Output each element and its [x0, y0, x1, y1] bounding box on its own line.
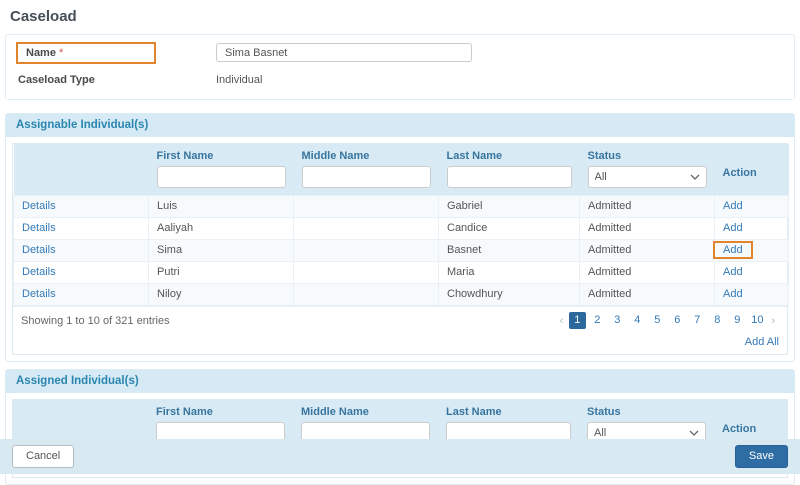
details-link[interactable]: Details: [22, 288, 56, 300]
first-name-cell: Aaliyah: [149, 218, 294, 240]
page-button-2[interactable]: 2: [589, 312, 606, 329]
caseload-form-panel: Name* Caseload Type Individual: [5, 34, 795, 100]
add-link[interactable]: Add: [723, 266, 743, 278]
middle-name-column-header: Middle Name: [294, 144, 439, 196]
page-button-10[interactable]: 10: [749, 312, 766, 329]
add-link-highlight-box: Add: [713, 241, 753, 259]
assignable-individuals-section: Assignable Individual(s) First Name: [5, 113, 795, 362]
name-label-col: Name*: [16, 42, 216, 64]
add-all-row: Add All: [13, 332, 787, 354]
caseload-page: Caseload Name* Caseload Type Individual …: [0, 0, 800, 485]
page-button-7[interactable]: 7: [689, 312, 706, 329]
table-row: Details Putri Maria Admitted Add: [14, 262, 789, 284]
last-name-cell: Gabriel: [439, 196, 580, 218]
required-asterisk: *: [59, 47, 63, 59]
table-row: Details Niloy Chowdhury Admitted Add: [14, 284, 789, 306]
assigned-section-title: Assigned Individual(s): [6, 370, 794, 393]
middle-name-cell: [294, 262, 439, 284]
page-button-9[interactable]: 9: [729, 312, 746, 329]
first-name-column-header: First Name: [149, 144, 294, 196]
page-button-5[interactable]: 5: [649, 312, 666, 329]
page-button-8[interactable]: 8: [709, 312, 726, 329]
middle-name-cell: [294, 196, 439, 218]
assignable-status-filter-select[interactable]: All: [588, 166, 707, 188]
page-title: Caseload: [10, 8, 790, 25]
table-row: Details Luis Gabriel Admitted Add: [14, 196, 789, 218]
footer-action-bar: Cancel Save: [0, 439, 800, 474]
assignable-table: First Name Middle Name Last Name: [13, 144, 789, 306]
middle-name-column-label: Middle Name: [301, 406, 430, 418]
first-name-cell: Sima: [149, 240, 294, 262]
caseload-type-value: Individual: [216, 74, 262, 86]
page-button-1[interactable]: 1: [569, 312, 586, 329]
status-cell: Admitted: [580, 196, 715, 218]
details-column-header: [14, 144, 149, 196]
action-column-label: Action: [723, 167, 781, 179]
name-field-row: Name*: [6, 39, 794, 66]
page-button-3[interactable]: 3: [609, 312, 626, 329]
middle-name-cell: [294, 284, 439, 306]
details-link[interactable]: Details: [22, 200, 56, 212]
page-button-6[interactable]: 6: [669, 312, 686, 329]
assignable-first-name-filter-input[interactable]: [157, 166, 286, 188]
last-name-cell: Basnet: [439, 240, 580, 262]
last-name-cell: Candice: [439, 218, 580, 240]
table-row: Details Aaliyah Candice Admitted Add: [14, 218, 789, 240]
action-column-header: Action: [715, 144, 789, 196]
status-column-label: Status: [588, 150, 707, 162]
first-name-cell: Niloy: [149, 284, 294, 306]
last-name-cell: Maria: [439, 262, 580, 284]
page-button-4[interactable]: 4: [629, 312, 646, 329]
status-cell: Admitted: [580, 262, 715, 284]
details-link[interactable]: Details: [22, 244, 56, 256]
first-name-column-label: First Name: [157, 150, 286, 162]
entries-summary: Showing 1 to 10 of 321 entries: [21, 315, 170, 327]
last-name-column-label: Last Name: [446, 406, 571, 418]
cancel-button[interactable]: Cancel: [12, 445, 74, 468]
next-page-icon[interactable]: ›: [771, 315, 775, 327]
caseload-type-row: Caseload Type Individual: [6, 66, 794, 93]
name-label: Name: [26, 47, 56, 59]
assignable-section-title: Assignable Individual(s): [6, 114, 794, 137]
assignable-last-name-filter-input[interactable]: [447, 166, 572, 188]
first-name-column-label: First Name: [156, 406, 285, 418]
name-label-highlight-box: Name*: [16, 42, 156, 64]
status-cell: Admitted: [580, 240, 715, 262]
middle-name-cell: [294, 218, 439, 240]
add-link[interactable]: Add: [723, 200, 743, 212]
add-link[interactable]: Add: [723, 244, 743, 256]
add-all-link[interactable]: Add All: [745, 336, 779, 348]
middle-name-cell: [294, 240, 439, 262]
last-name-cell: Chowdhury: [439, 284, 580, 306]
status-column-header: Status All: [580, 144, 715, 196]
assignable-filter-header-row: First Name Middle Name Last Name: [14, 144, 789, 196]
caseload-type-label-col: Caseload Type: [16, 74, 216, 86]
assignable-section-body: First Name Middle Name Last Name: [6, 137, 794, 361]
assignable-middle-name-filter-input[interactable]: [302, 166, 431, 188]
pagination: ‹ 1 2 3 4 5 6 7 8 9 10 ›: [556, 312, 779, 329]
prev-page-icon[interactable]: ‹: [560, 315, 564, 327]
caseload-type-label: Caseload Type: [16, 74, 95, 86]
assignable-table-footer: Showing 1 to 10 of 321 entries ‹ 1 2 3 4…: [13, 306, 787, 332]
details-link[interactable]: Details: [22, 222, 56, 234]
status-cell: Admitted: [580, 218, 715, 240]
add-link[interactable]: Add: [723, 222, 743, 234]
action-column-label: Action: [722, 423, 780, 435]
save-button[interactable]: Save: [735, 445, 788, 468]
name-input[interactable]: [216, 43, 472, 62]
first-name-cell: Putri: [149, 262, 294, 284]
status-cell: Admitted: [580, 284, 715, 306]
last-name-column-header: Last Name: [439, 144, 580, 196]
assignable-table-wrap: First Name Middle Name Last Name: [12, 143, 788, 355]
middle-name-column-label: Middle Name: [302, 150, 431, 162]
first-name-cell: Luis: [149, 196, 294, 218]
last-name-column-label: Last Name: [447, 150, 572, 162]
add-link[interactable]: Add: [723, 288, 743, 300]
status-column-label: Status: [587, 406, 706, 418]
table-row: Details Sima Basnet Admitted Add: [14, 240, 789, 262]
details-link[interactable]: Details: [22, 266, 56, 278]
